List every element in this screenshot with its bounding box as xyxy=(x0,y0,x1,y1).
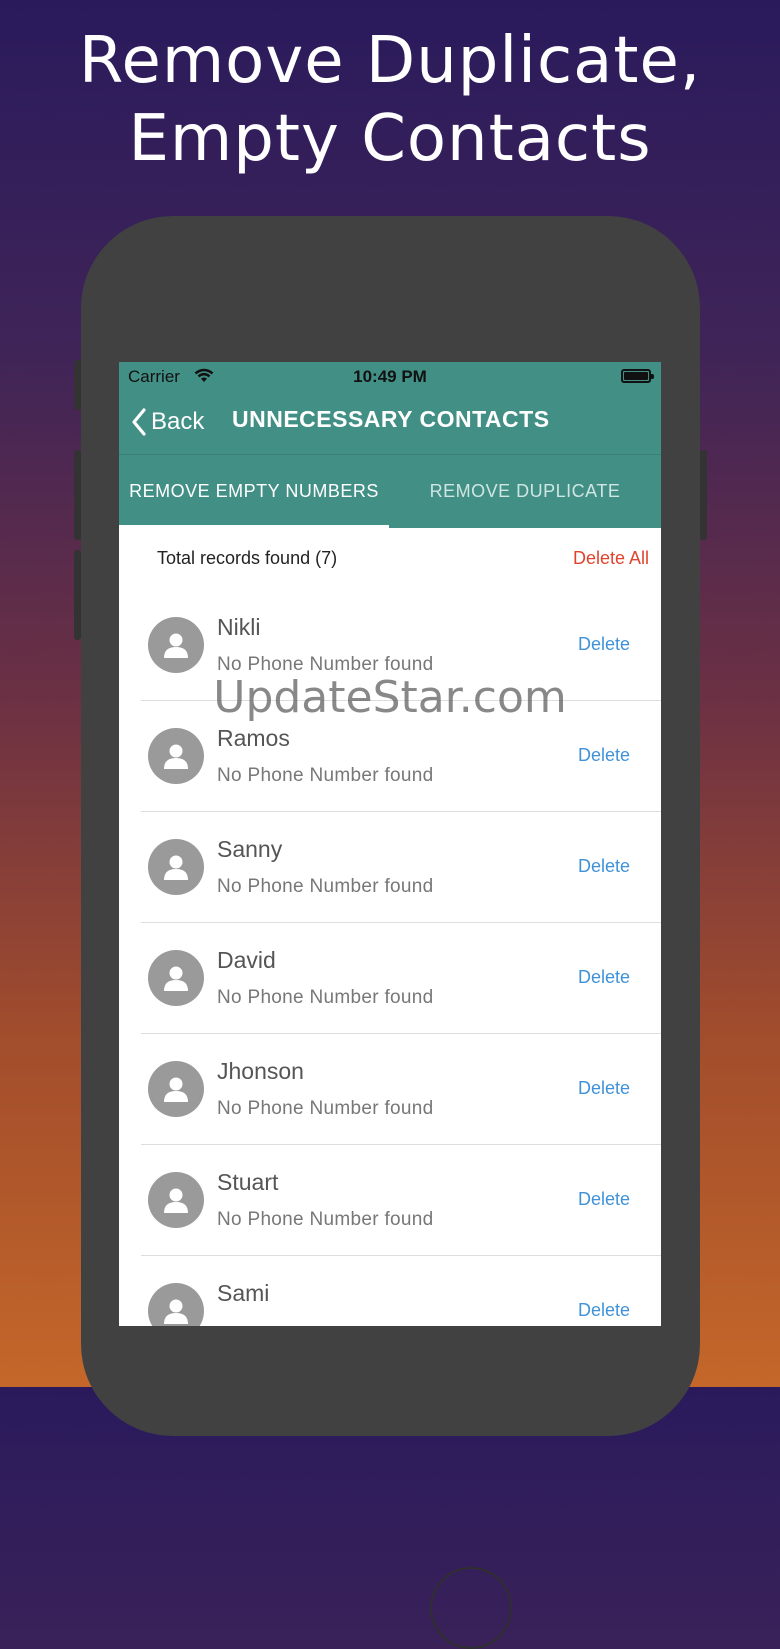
person-icon xyxy=(148,728,204,784)
list-item: Nikli No Phone Number found Delete xyxy=(119,590,661,701)
contact-subtitle: No Phone Number found xyxy=(217,654,434,675)
delete-contact-button[interactable]: Delete xyxy=(578,856,630,877)
delete-contact-button[interactable]: Delete xyxy=(578,634,630,655)
status-bar: Carrier 10:49 PM xyxy=(119,362,661,392)
contact-name: Nikli xyxy=(217,614,261,640)
contact-name: Jhonson xyxy=(217,1058,304,1084)
contact-name: Ramos xyxy=(217,725,290,751)
person-icon xyxy=(148,950,204,1006)
contact-name: Sami xyxy=(217,1280,270,1306)
contact-subtitle: No Phone Number found xyxy=(217,1098,434,1119)
list-item: David No Phone Number found Delete xyxy=(119,923,661,1034)
delete-contact-button[interactable]: Delete xyxy=(578,745,630,766)
contact-subtitle: No Phone Number found xyxy=(217,1209,434,1230)
phone-mute-switch xyxy=(74,360,81,410)
phone-volume-up xyxy=(74,450,81,540)
app-header: Carrier 10:49 PM Back UNNECESSARY CONTAC… xyxy=(119,362,661,528)
delete-all-button[interactable]: Delete All xyxy=(573,548,649,569)
contact-name: David xyxy=(217,947,276,973)
contact-subtitle: No Phone Number found xyxy=(217,876,434,897)
person-icon xyxy=(148,1172,204,1228)
phone-power-button xyxy=(700,450,707,540)
delete-contact-button[interactable]: Delete xyxy=(578,1189,630,1210)
tab-bar: REMOVE EMPTY NUMBERS REMOVE DUPLICATE xyxy=(119,455,661,528)
list-item: Jhonson No Phone Number found Delete xyxy=(119,1034,661,1145)
page-title: UNNECESSARY CONTACTS xyxy=(232,406,550,432)
list-item: Stuart No Phone Number found Delete xyxy=(119,1145,661,1256)
list-item: Ramos No Phone Number found Delete xyxy=(119,701,661,812)
navigation-bar: Back UNNECESSARY CONTACTS xyxy=(119,392,661,454)
back-label: Back xyxy=(151,408,205,435)
home-button xyxy=(430,1567,512,1649)
person-icon xyxy=(148,839,204,895)
contact-name: Sanny xyxy=(217,836,283,862)
status-time: 10:49 PM xyxy=(353,367,427,386)
phone-volume-down xyxy=(74,550,81,640)
app-screen: Carrier 10:49 PM Back UNNECESSARY CONTAC… xyxy=(119,362,661,1326)
person-icon xyxy=(148,617,204,673)
battery-icon xyxy=(621,369,654,383)
delete-contact-button[interactable]: Delete xyxy=(578,967,630,988)
list-item: Sami Delete xyxy=(119,1256,661,1326)
chevron-left-icon xyxy=(132,408,146,436)
person-icon xyxy=(148,1283,204,1326)
tab-remove-duplicate[interactable]: REMOVE DUPLICATE xyxy=(389,455,661,528)
total-records-label: Total records found (7) xyxy=(157,548,338,568)
promo-title-line-2: Empty Contacts xyxy=(128,102,652,176)
delete-contact-button[interactable]: Delete xyxy=(578,1300,630,1321)
contact-name: Stuart xyxy=(217,1169,279,1195)
back-button[interactable]: Back xyxy=(131,404,204,440)
delete-contact-button[interactable]: Delete xyxy=(578,1078,630,1099)
contact-subtitle: No Phone Number found xyxy=(217,987,434,1008)
contact-list: Nikli No Phone Number found Delete Ramos… xyxy=(119,590,661,1326)
tab-remove-empty-numbers[interactable]: REMOVE EMPTY NUMBERS xyxy=(119,455,389,528)
list-item: Sanny No Phone Number found Delete xyxy=(119,812,661,923)
promo-title-line-1: Remove Duplicate, xyxy=(78,24,702,98)
contact-subtitle: No Phone Number found xyxy=(217,765,434,786)
records-summary: Total records found (7) Delete All xyxy=(119,528,661,590)
person-icon xyxy=(148,1061,204,1117)
promo-title: Remove Duplicate, Empty Contacts xyxy=(0,22,780,178)
